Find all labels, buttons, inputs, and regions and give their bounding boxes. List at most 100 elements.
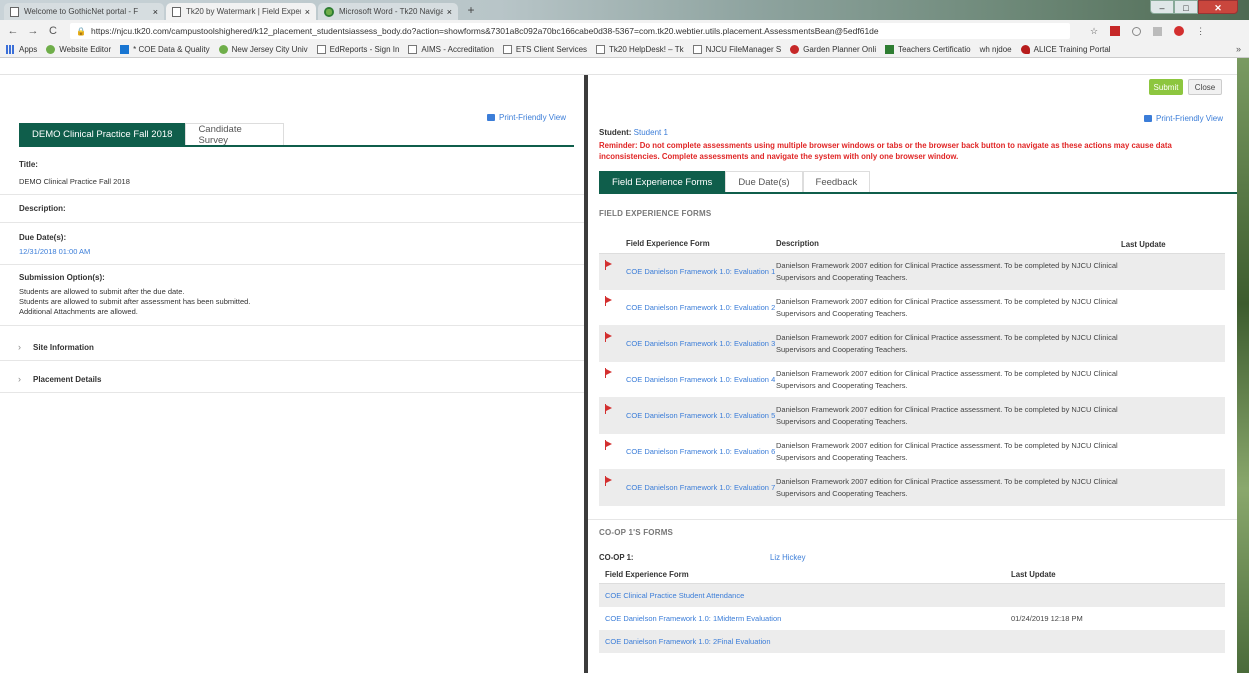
column-header-description: Description (776, 239, 819, 248)
trello-icon (120, 45, 130, 54)
bookmark-item[interactable]: Tk20 HelpDesk! – Tk (596, 45, 684, 54)
page-icon (408, 45, 418, 54)
bookmark-item[interactable]: ALICE Training Portal (1020, 45, 1111, 54)
divider (0, 264, 584, 265)
bookmark-item[interactable]: ETS Client Services (502, 45, 587, 54)
wix-icon (324, 6, 334, 17)
browser-tab-2[interactable]: Tk20 by Watermark | Field Experi × (166, 3, 316, 20)
browser-tab-strip: Welcome to GothicNet portal - F × Tk20 b… (0, 0, 1249, 20)
flag-icon (599, 398, 626, 433)
bookmark-label: Tk20 HelpDesk! – Tk (609, 45, 684, 54)
chevron-right-icon: › (18, 374, 21, 384)
bookmark-item[interactable]: New Jersey City Univ (218, 45, 308, 54)
placement-details-accordion[interactable]: › Placement Details (18, 374, 101, 384)
form-link[interactable]: COE Danielson Framework 1.0: Evaluation … (626, 374, 776, 386)
bookmark-item[interactable]: * COE Data & Quality (120, 45, 210, 54)
assessment-tabs: DEMO Clinical Practice Fall 2018 Candida… (19, 123, 285, 146)
extension-circle-icon[interactable] (1132, 26, 1142, 36)
back-icon[interactable]: ← (6, 25, 20, 37)
bookmark-item[interactable]: Garden Planner Onli (790, 45, 876, 54)
table-row: COE Clinical Practice Student Attendance (599, 584, 1225, 607)
table-header: Field Experience Form Last Update (599, 566, 1225, 584)
browser-tab-1[interactable]: Welcome to GothicNet portal - F × (4, 3, 164, 20)
lock-icon: 🔒 (76, 26, 86, 36)
divider (0, 325, 584, 326)
title-value: DEMO Clinical Practice Fall 2018 (19, 177, 130, 186)
form-link[interactable]: COE Danielson Framework 1.0: Evaluation … (626, 482, 776, 494)
site-information-accordion[interactable]: › Site Information (18, 342, 94, 352)
tab-candidate-survey[interactable]: Candidate Survey (185, 123, 285, 146)
extension-square-icon[interactable] (1153, 26, 1163, 36)
flag-icon (599, 362, 626, 397)
table-body: COE Clinical Practice Student Attendance… (599, 584, 1225, 653)
minimize-icon[interactable]: – (1150, 0, 1174, 14)
garden-icon (790, 45, 800, 54)
browser-tab-3[interactable]: Microsoft Word - Tk20 Navigati × (318, 3, 458, 20)
tab-demo-clinical-practice[interactable]: DEMO Clinical Practice Fall 2018 (19, 123, 186, 145)
star-icon[interactable]: ☆ (1090, 26, 1098, 37)
new-tab-button[interactable]: + (462, 3, 480, 17)
tab-field-experience-forms[interactable]: Field Experience Forms (599, 171, 726, 193)
bookmark-item[interactable]: AIMS - Accreditation (408, 45, 494, 54)
divider (0, 194, 584, 195)
page-icon (10, 6, 19, 17)
student-link[interactable]: Student 1 (634, 128, 668, 137)
form-link[interactable]: COE Danielson Framework 1.0: 1Midterm Ev… (605, 614, 1011, 623)
print-friendly-link-left[interactable]: Print-Friendly View (487, 113, 566, 122)
coop-name-link[interactable]: Liz Hickey (770, 553, 806, 562)
desktop-background (1237, 58, 1249, 673)
print-friendly-link-right[interactable]: Print-Friendly View (1144, 114, 1223, 123)
bookmark-item[interactable]: wh njdoe (980, 45, 1012, 54)
form-link[interactable]: COE Danielson Framework 1.0: Evaluation … (626, 302, 776, 314)
form-link[interactable]: COE Danielson Framework 1.0: Evaluation … (626, 446, 776, 458)
table-row: COE Danielson Framework 1.0: Evaluation … (599, 434, 1225, 470)
close-tab-icon[interactable]: × (153, 7, 158, 17)
wix-icon (218, 45, 228, 54)
bookmark-item[interactable]: Teachers Certificatio (885, 45, 971, 54)
bookmark-label: NJCU FileManager S (705, 45, 782, 54)
maximize-icon[interactable]: □ (1174, 0, 1198, 14)
description-label: Description: (19, 204, 66, 213)
bookmark-item[interactable]: Website Editor (46, 45, 111, 54)
divider (0, 392, 584, 393)
close-tab-icon[interactable]: × (447, 7, 452, 17)
table-row: COE Danielson Framework 1.0: 2Final Eval… (599, 630, 1225, 653)
bookmark-label: ALICE Training Portal (1033, 45, 1111, 54)
column-header-form: Field Experience Form (626, 239, 710, 248)
tab-due-dates[interactable]: Due Date(s) (725, 171, 803, 193)
forward-icon[interactable]: → (26, 25, 40, 37)
table-row: COE Danielson Framework 1.0: Evaluation … (599, 470, 1225, 506)
bookmark-label: Teachers Certificatio (898, 45, 971, 54)
form-description: Danielson Framework 2007 edition for Cli… (776, 332, 1118, 354)
bookmark-label: Website Editor (59, 45, 112, 54)
tab-underline (599, 192, 1237, 194)
form-tabs: Field Experience Forms Due Date(s) Feedb… (599, 171, 871, 193)
window-close-icon[interactable]: ✕ (1198, 0, 1238, 14)
form-link[interactable]: COE Clinical Practice Student Attendance (605, 591, 1011, 600)
form-link[interactable]: COE Danielson Framework 1.0: Evaluation … (626, 410, 776, 422)
submit-button[interactable]: Submit (1149, 79, 1183, 95)
print-friendly-label: Print-Friendly View (499, 113, 566, 122)
form-description: Danielson Framework 2007 edition for Cli… (776, 476, 1118, 498)
pdf-extension-icon[interactable] (1110, 26, 1121, 36)
form-link[interactable]: COE Danielson Framework 1.0: Evaluation … (626, 338, 776, 350)
tab-feedback[interactable]: Feedback (802, 171, 871, 193)
bookmark-item[interactable]: NJCU FileManager S (692, 45, 782, 54)
form-link[interactable]: COE Danielson Framework 1.0: Evaluation … (626, 266, 776, 278)
close-tab-icon[interactable]: × (305, 7, 310, 17)
bookmarks-overflow-icon[interactable]: » (1236, 44, 1241, 54)
pinterest-icon[interactable] (1174, 26, 1185, 36)
student-line: Student: Student 1 (599, 128, 668, 137)
table-row: COE Danielson Framework 1.0: Evaluation … (599, 290, 1225, 326)
coop-forms-title: CO-OP 1'S FORMS (599, 528, 674, 537)
bookmark-item[interactable]: Apps (6, 45, 37, 54)
url-input[interactable]: 🔒 https://njcu.tk20.com/campustoolshighe… (70, 23, 1070, 39)
close-button[interactable]: Close (1188, 79, 1222, 95)
bookmark-item[interactable]: EdReports - Sign In (316, 45, 400, 54)
address-bar-row: ← → C 🔒 https://njcu.tk20.com/campustool… (0, 20, 1249, 42)
menu-icon[interactable]: ⋮ (1196, 26, 1205, 37)
bookmark-label: EdReports - Sign In (329, 45, 400, 54)
form-link[interactable]: COE Danielson Framework 1.0: 2Final Eval… (605, 637, 1011, 646)
reload-icon[interactable]: C (46, 25, 60, 37)
submission-option: Additional Attachments are allowed. (19, 307, 138, 316)
